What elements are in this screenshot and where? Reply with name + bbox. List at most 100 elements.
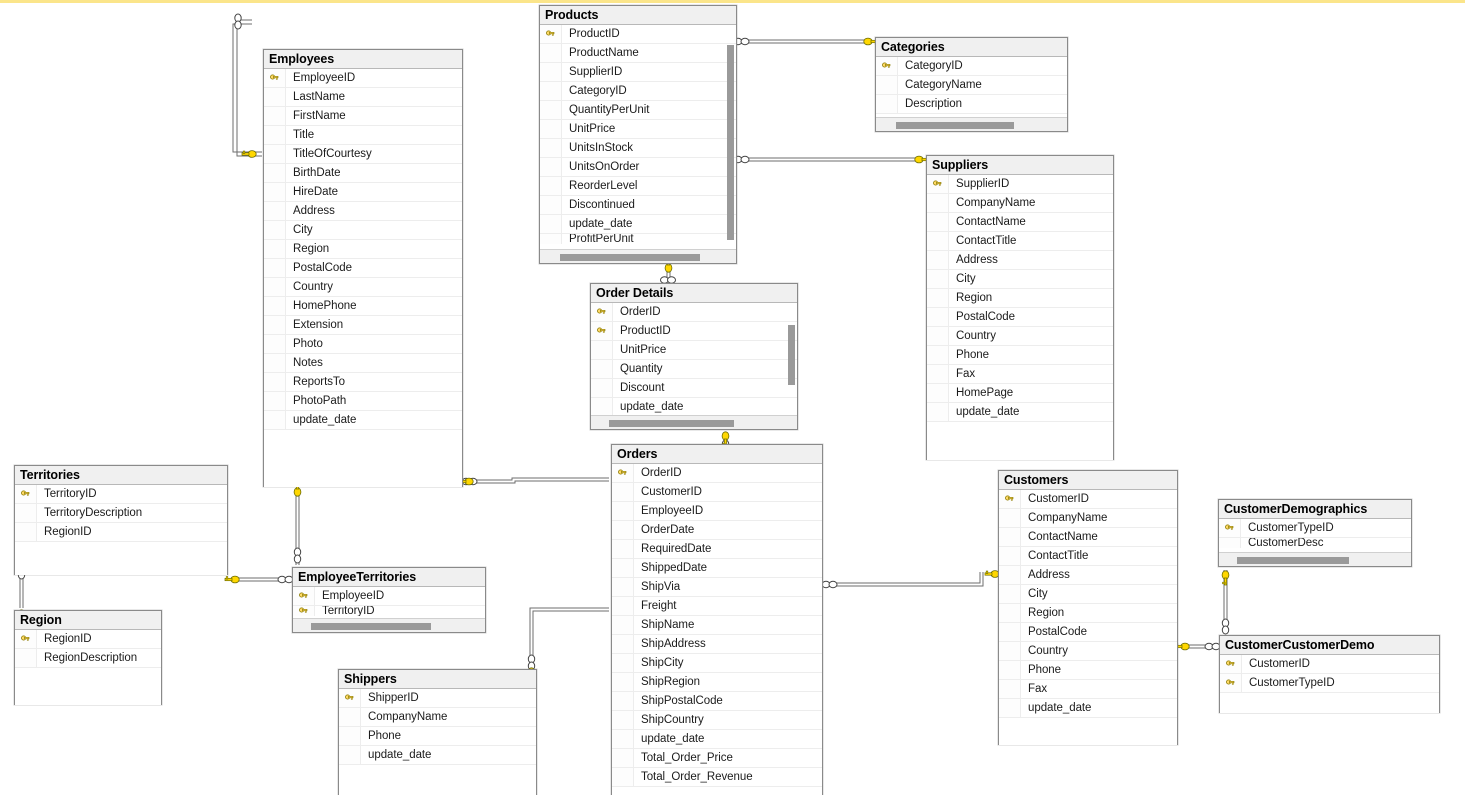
column-row[interactable]: CustomerID bbox=[612, 483, 822, 502]
column-row[interactable]: Description bbox=[876, 95, 1067, 114]
column-row[interactable]: CustomerTypeID bbox=[1220, 674, 1439, 693]
entity-table[interactable]: Orders OrderID CustomerID EmployeeID OrderDa… bbox=[611, 444, 823, 795]
column-row[interactable]: ShipVia bbox=[612, 578, 822, 597]
column-row[interactable]: PostalCode bbox=[264, 259, 462, 278]
column-row[interactable]: HomePhone bbox=[264, 297, 462, 316]
column-row[interactable]: CategoryID bbox=[540, 82, 736, 101]
column-row[interactable]: ShipCity bbox=[612, 654, 822, 673]
column-row[interactable]: CustomerTypeID bbox=[1219, 519, 1411, 538]
column-row[interactable]: EmployeeID bbox=[293, 587, 485, 606]
column-row[interactable]: City bbox=[999, 585, 1177, 604]
column-row[interactable]: Address bbox=[927, 251, 1113, 270]
column-row[interactable]: QuantityPerUnit bbox=[540, 101, 736, 120]
column-row[interactable]: TerritoryID bbox=[293, 606, 485, 616]
entity-table[interactable]: Employees EmployeeID LastName FirstName Titl… bbox=[263, 49, 463, 487]
column-row[interactable]: CategoryID bbox=[876, 57, 1067, 76]
column-row[interactable]: OrderID bbox=[612, 464, 822, 483]
column-row[interactable]: RequiredDate bbox=[612, 540, 822, 559]
horizontal-scrollbar[interactable] bbox=[540, 249, 736, 263]
column-row[interactable]: EmployeeID bbox=[612, 502, 822, 521]
column-row[interactable]: OrderID bbox=[591, 303, 797, 322]
entity-table[interactable]: EmployeeTerritories EmployeeID TerritoryID bbox=[292, 567, 486, 633]
column-row[interactable]: RegionID bbox=[15, 630, 161, 649]
column-row[interactable]: HireDate bbox=[264, 183, 462, 202]
column-row[interactable]: PhotoPath bbox=[264, 392, 462, 411]
column-row[interactable]: RegionDescription bbox=[15, 649, 161, 668]
vertical-scrollbar[interactable] bbox=[788, 325, 795, 385]
entity-table[interactable]: Shippers ShipperID CompanyName Phone update_… bbox=[338, 669, 537, 795]
column-row[interactable]: LastName bbox=[264, 88, 462, 107]
column-row[interactable]: TerritoryID bbox=[15, 485, 227, 504]
entity-table[interactable]: Territories TerritoryID TerritoryDescripti… bbox=[14, 465, 228, 575]
column-row[interactable]: CustomerID bbox=[1220, 655, 1439, 674]
column-row[interactable]: Discount bbox=[591, 379, 797, 398]
column-row[interactable]: TitleOfCourtesy bbox=[264, 145, 462, 164]
column-row[interactable]: Quantity bbox=[591, 360, 797, 379]
horizontal-scrollbar[interactable] bbox=[1219, 552, 1411, 566]
column-row[interactable]: update_date bbox=[339, 746, 536, 765]
horizontal-scrollbar-thumb[interactable] bbox=[311, 623, 431, 630]
entity-table[interactable]: CustomerCustomerDemo CustomerID CustomerTy… bbox=[1219, 635, 1440, 713]
entity-table[interactable]: Order Details OrderID ProductID UnitPrice Qu… bbox=[590, 283, 798, 430]
column-row[interactable]: FirstName bbox=[264, 107, 462, 126]
column-row[interactable]: ContactName bbox=[999, 528, 1177, 547]
horizontal-scrollbar-thumb[interactable] bbox=[560, 254, 700, 261]
column-row[interactable]: Address bbox=[999, 566, 1177, 585]
column-row[interactable]: ShipPostalCode bbox=[612, 692, 822, 711]
column-row[interactable]: TerritoryDescription bbox=[15, 504, 227, 523]
column-row[interactable]: update_date bbox=[999, 699, 1177, 718]
column-row[interactable]: RegionID bbox=[15, 523, 227, 542]
column-row[interactable]: UnitPrice bbox=[540, 120, 736, 139]
column-row[interactable]: UnitPrice bbox=[591, 341, 797, 360]
column-row[interactable]: Total_Order_Price bbox=[612, 749, 822, 768]
column-row[interactable]: UnitsOnOrder bbox=[540, 158, 736, 177]
column-row[interactable]: OrderDate bbox=[612, 521, 822, 540]
column-row[interactable]: ReorderLevel bbox=[540, 177, 736, 196]
column-row[interactable]: Photo bbox=[264, 335, 462, 354]
column-row[interactable]: CustomerID bbox=[999, 490, 1177, 509]
column-row[interactable]: Phone bbox=[339, 727, 536, 746]
entity-table[interactable]: Region RegionID RegionDescription bbox=[14, 610, 162, 705]
column-row[interactable]: SupplierID bbox=[927, 175, 1113, 194]
entity-table[interactable]: Customers CustomerID CompanyName ContactNam… bbox=[998, 470, 1178, 745]
column-row[interactable]: Fax bbox=[999, 680, 1177, 699]
column-row[interactable]: update_date bbox=[591, 398, 797, 415]
column-row[interactable]: Region bbox=[999, 604, 1177, 623]
column-row[interactable]: UnitsInStock bbox=[540, 139, 736, 158]
column-row[interactable]: SupplierID bbox=[540, 63, 736, 82]
column-row[interactable]: Country bbox=[264, 278, 462, 297]
horizontal-scrollbar[interactable] bbox=[876, 117, 1067, 131]
column-row[interactable]: Region bbox=[264, 240, 462, 259]
database-diagram-canvas[interactable]: Products ProductID ProductName SupplierID Ca… bbox=[0, 0, 1465, 795]
column-row[interactable]: ProductName bbox=[540, 44, 736, 63]
column-row[interactable]: Title bbox=[264, 126, 462, 145]
horizontal-scrollbar[interactable] bbox=[591, 415, 797, 429]
column-row[interactable]: City bbox=[264, 221, 462, 240]
entity-table[interactable]: CustomerDemographics CustomerTypeID Custom… bbox=[1218, 499, 1412, 567]
column-row[interactable]: ProductID bbox=[591, 322, 797, 341]
column-row[interactable]: CompanyName bbox=[927, 194, 1113, 213]
column-row[interactable]: ShippedDate bbox=[612, 559, 822, 578]
column-row[interactable]: CustomerDesc bbox=[1219, 538, 1411, 548]
column-row[interactable]: Phone bbox=[999, 661, 1177, 680]
column-row[interactable]: ReportsTo bbox=[264, 373, 462, 392]
column-row[interactable]: HomePage bbox=[927, 384, 1113, 403]
column-row[interactable]: Total_Order_Revenue bbox=[612, 768, 822, 787]
column-row[interactable]: Region bbox=[927, 289, 1113, 308]
horizontal-scrollbar-thumb[interactable] bbox=[896, 122, 1014, 129]
entity-table[interactable]: Suppliers SupplierID CompanyName ContactNam… bbox=[926, 155, 1114, 460]
column-row[interactable]: ShipperID bbox=[339, 689, 536, 708]
column-row[interactable]: ShipName bbox=[612, 616, 822, 635]
column-row[interactable]: Country bbox=[999, 642, 1177, 661]
entity-table[interactable]: Categories CategoryID CategoryName Descript… bbox=[875, 37, 1068, 132]
column-row[interactable]: Country bbox=[927, 327, 1113, 346]
horizontal-scrollbar-thumb[interactable] bbox=[1237, 557, 1349, 564]
column-row[interactable]: Discontinued bbox=[540, 196, 736, 215]
vertical-scrollbar[interactable] bbox=[727, 45, 734, 240]
column-row[interactable]: ContactName bbox=[927, 213, 1113, 232]
column-row[interactable]: CompanyName bbox=[999, 509, 1177, 528]
column-row[interactable]: Phone bbox=[927, 346, 1113, 365]
column-row[interactable]: EmployeeID bbox=[264, 69, 462, 88]
column-row[interactable]: PostalCode bbox=[999, 623, 1177, 642]
horizontal-scrollbar-thumb[interactable] bbox=[609, 420, 734, 427]
